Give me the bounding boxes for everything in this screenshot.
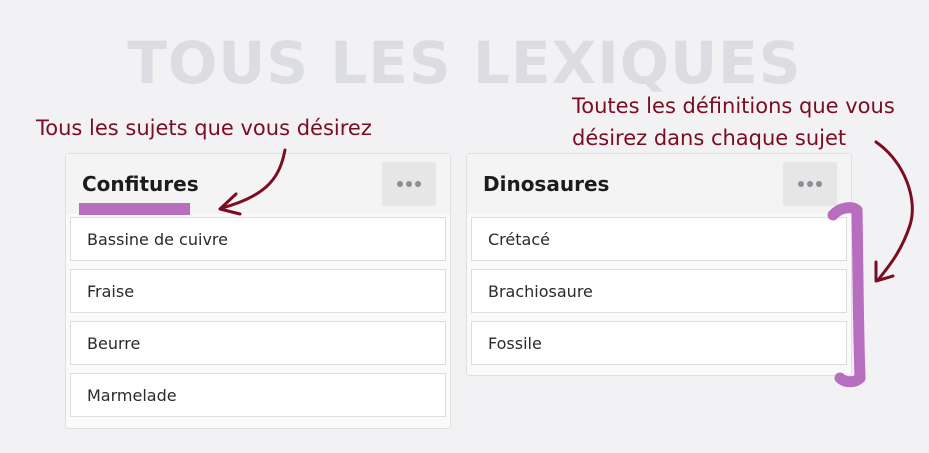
annotation-definitions: Toutes les définitions que vous désirez …: [572, 90, 895, 154]
ellipsis-icon: [415, 181, 421, 187]
board-menu-button[interactable]: [382, 162, 436, 206]
arrowhead-icon: [874, 260, 895, 283]
card-list: Bassine de cuivre Fraise Beurre Marmelad…: [66, 214, 450, 417]
ellipsis-icon: [397, 181, 403, 187]
ellipsis-icon: [807, 181, 813, 187]
title-highlight-mark: [79, 203, 190, 215]
card[interactable]: Brachiosaure: [471, 269, 847, 313]
card[interactable]: Beurre: [70, 321, 446, 365]
board-menu-button[interactable]: [783, 162, 837, 206]
board-header: Dinosaures: [467, 154, 851, 214]
card-list: Crétacé Brachiosaure Fossile: [467, 214, 851, 365]
card[interactable]: Fraise: [70, 269, 446, 313]
card[interactable]: Marmelade: [70, 373, 446, 417]
card[interactable]: Bassine de cuivre: [70, 217, 446, 261]
ellipsis-icon: [816, 181, 822, 187]
annotation-definitions-line1: Toutes les définitions que vous: [572, 94, 895, 118]
annotation-definitions-line2: désirez dans chaque sujet: [572, 126, 847, 150]
board-title[interactable]: Dinosaures: [483, 172, 609, 196]
page-title: TOUS LES LEXIQUES: [127, 29, 802, 97]
ellipsis-icon: [798, 181, 804, 187]
card[interactable]: Crétacé: [471, 217, 847, 261]
card[interactable]: Fossile: [471, 321, 847, 365]
board-title[interactable]: Confitures: [82, 172, 199, 196]
annotation-topics: Tous les sujets que vous désirez: [36, 116, 372, 140]
board-confitures: Confitures Bassine de cuivre Fraise Beur…: [65, 153, 451, 429]
board-dinosaures: Dinosaures Crétacé Brachiosaure Fossile: [466, 153, 852, 376]
ellipsis-icon: [406, 181, 412, 187]
arrow-icon: [874, 140, 914, 282]
